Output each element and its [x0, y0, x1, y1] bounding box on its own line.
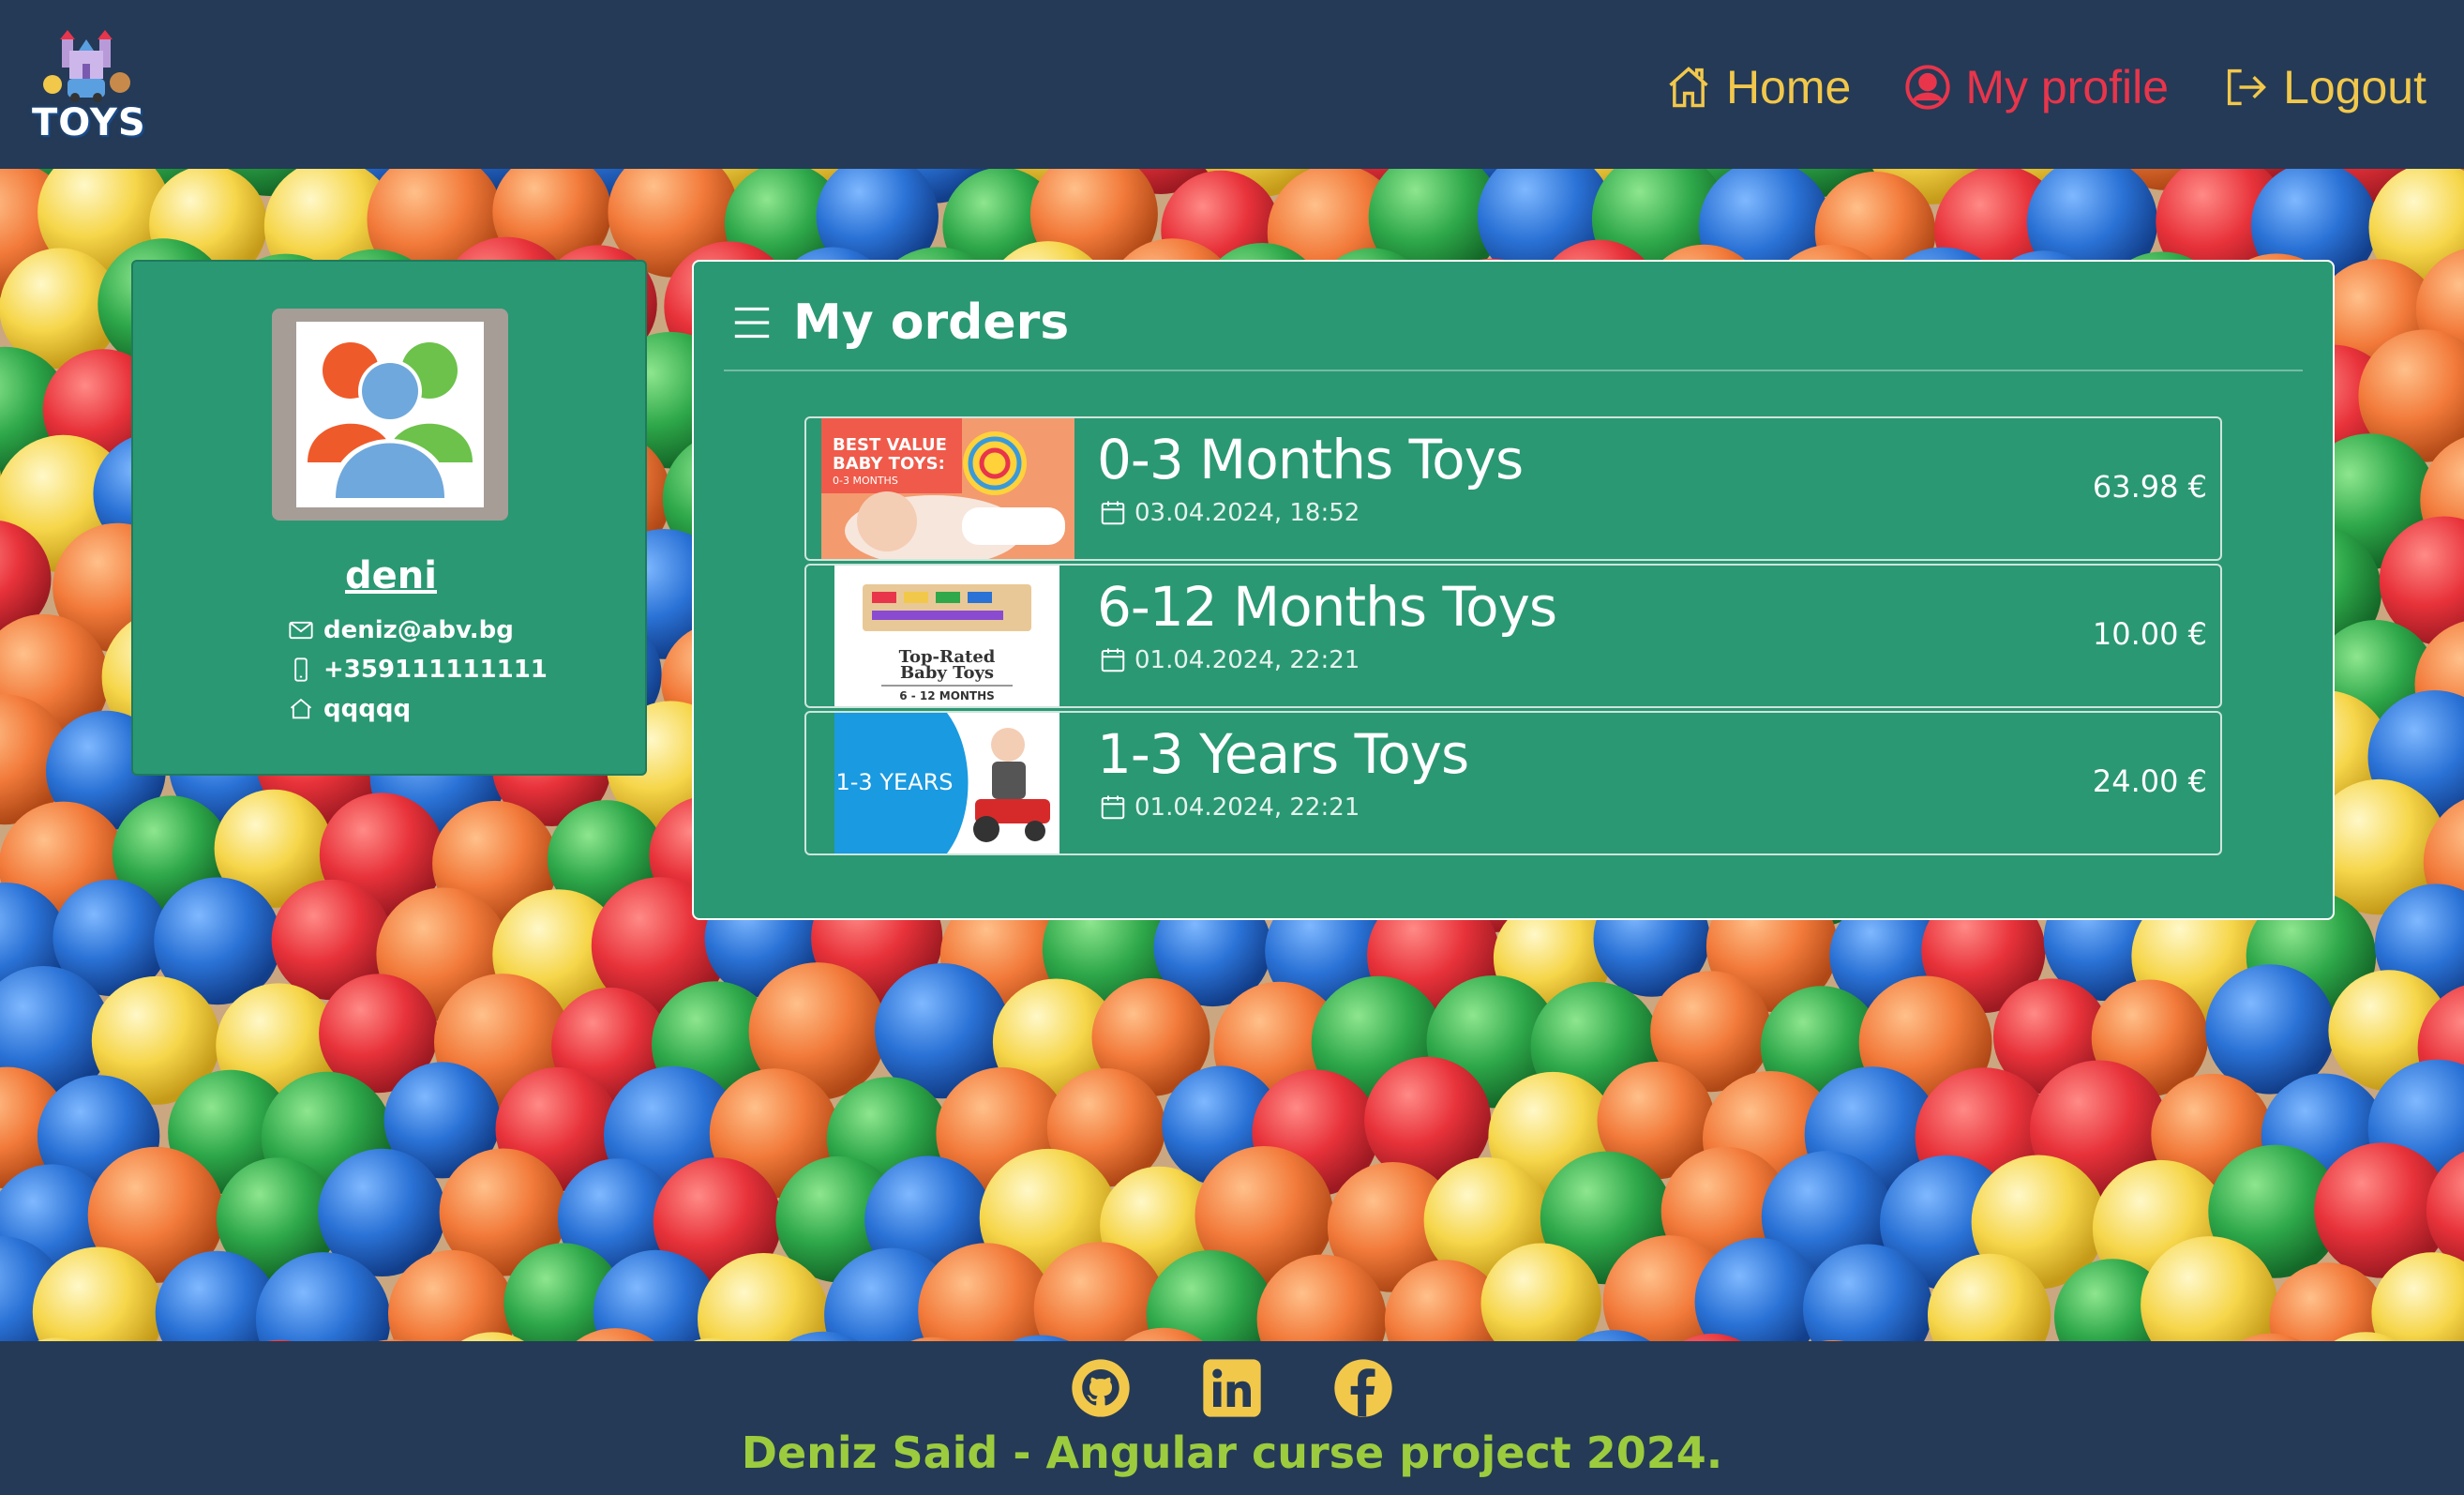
calendar-icon — [1101, 648, 1125, 672]
profile-email-row: deniz@abv.bg — [288, 616, 514, 644]
linkedin-icon[interactable] — [1202, 1358, 1262, 1418]
order-price: 63.98 € — [2092, 469, 2207, 505]
nav-home-label: Home — [1725, 61, 1852, 113]
profile-phone: +359111111111 — [323, 656, 548, 684]
order-date-row: 01.04.2024, 22:21 — [1099, 793, 1360, 822]
order-thumbnail: BEST VALUE BABY TOYS: 0-3 MONTHS — [821, 418, 1074, 559]
toys-logo[interactable]: TOYS — [32, 24, 146, 144]
order-item[interactable]: BEST VALUE BABY TOYS: 0-3 MONTHS 0-3 Mon… — [804, 416, 2222, 561]
phone-icon — [294, 657, 308, 682]
order-date: 01.04.2024, 22:21 — [1134, 793, 1360, 822]
profile-username: deni — [345, 554, 437, 597]
main-nav: Home My profile Logout — [1664, 54, 2426, 120]
avatar — [296, 322, 484, 507]
logo-text: TOYS — [32, 101, 146, 144]
user-circle-icon — [1905, 65, 1950, 110]
profile-card: deni deniz@abv.bg +359111111111 qqqqq — [131, 260, 647, 776]
divider — [724, 370, 2303, 371]
order-item[interactable]: 1-3 YEARS 1-3 Years Toys 01.04.2024, 22:… — [804, 711, 2222, 855]
castle-logo-icon — [43, 30, 130, 102]
order-date: 01.04.2024, 22:21 — [1134, 646, 1360, 674]
wooden-toys-image: Top-Rated Baby Toys 6 - 12 MONTHS — [834, 566, 1059, 706]
profile-address: qqqqq — [323, 695, 412, 723]
toddler-tractor-image: 1-3 YEARS — [834, 713, 1059, 853]
footer-credit: Deniz Said - Angular curse project 2024. — [741, 1427, 1723, 1478]
thumb-line-1: 1-3 YEARS — [836, 769, 954, 795]
top-navbar: TOYS Home My profile Logout — [0, 0, 2464, 169]
nav-logout-link[interactable]: Logout — [2221, 60, 2426, 114]
nav-logout-label: Logout — [2283, 61, 2426, 113]
thumb-line-1: BEST VALUE — [833, 435, 947, 455]
orders-header: My orders — [731, 294, 1069, 351]
logout-icon — [2227, 68, 2267, 106]
order-date-row: 01.04.2024, 22:21 — [1099, 646, 1360, 674]
github-icon[interactable] — [1071, 1358, 1131, 1418]
order-date: 03.04.2024, 18:52 — [1134, 499, 1360, 527]
home-icon — [1669, 67, 1708, 108]
order-price: 10.00 € — [2092, 616, 2207, 652]
thumb-line-2: BABY TOYS: — [833, 454, 945, 474]
calendar-icon — [1101, 795, 1125, 820]
order-item[interactable]: Top-Rated Baby Toys 6 - 12 MONTHS 6-12 M… — [804, 564, 2222, 708]
calendar-icon — [1101, 501, 1125, 525]
order-name: 1-3 Years Toys — [1097, 722, 1469, 786]
order-price: 24.00 € — [2092, 763, 2207, 799]
nav-profile-label: My profile — [1965, 61, 2170, 113]
thumb-line-2: Baby Toys — [900, 663, 994, 683]
thumb-line-3: 6 - 12 MONTHS — [899, 689, 995, 702]
order-date-row: 03.04.2024, 18:52 — [1099, 499, 1360, 527]
orders-title: My orders — [793, 294, 1070, 351]
user-group-icon — [308, 342, 473, 498]
profile-address-row: qqqqq — [288, 695, 411, 723]
envelope-icon — [289, 621, 313, 640]
order-thumbnail: Top-Rated Baby Toys 6 - 12 MONTHS — [834, 566, 1059, 706]
order-thumbnail: 1-3 YEARS — [834, 713, 1059, 853]
order-name: 0-3 Months Toys — [1097, 428, 1524, 491]
house-icon — [290, 698, 312, 719]
nav-home-link[interactable]: Home — [1664, 60, 1851, 114]
footer: Deniz Said - Angular curse project 2024. — [0, 1341, 2464, 1495]
social-links — [0, 1358, 2464, 1418]
facebook-icon[interactable] — [1333, 1358, 1393, 1418]
baby-toys-image: BEST VALUE BABY TOYS: 0-3 MONTHS — [821, 418, 1074, 559]
order-name: 6-12 Months Toys — [1097, 575, 1557, 639]
thumb-line-3: 0-3 MONTHS — [833, 475, 898, 487]
profile-email: deniz@abv.bg — [323, 616, 514, 644]
nav-profile-link[interactable]: My profile — [1903, 60, 2169, 114]
avatar-frame — [272, 309, 508, 521]
list-icon — [734, 307, 770, 339]
profile-phone-row: +359111111111 — [288, 656, 548, 684]
orders-card: My orders BEST VALUE BABY TOYS: 0-3 MONT… — [692, 260, 2335, 920]
